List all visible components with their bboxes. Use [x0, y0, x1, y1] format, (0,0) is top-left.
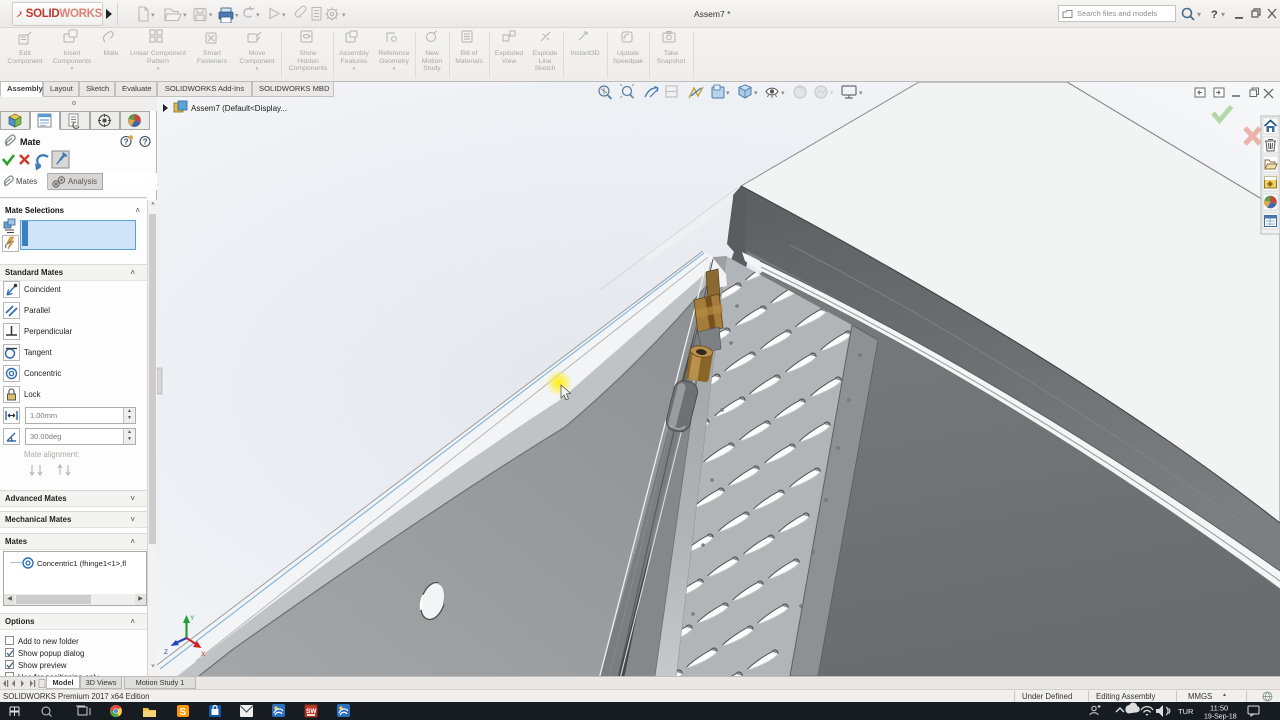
svg-text:▾: ▾: [282, 12, 286, 19]
svg-text:S: S: [180, 707, 187, 718]
svg-text:19-Sep-18: 19-Sep-18: [1204, 714, 1237, 720]
svg-text:▾: ▾: [781, 90, 785, 97]
svg-text:?: ?: [143, 138, 148, 147]
svg-text:▾: ▾: [859, 90, 863, 97]
svg-text:▾: ▾: [1197, 10, 1201, 19]
svg-text:?: ?: [1211, 9, 1218, 21]
svg-text:?: ?: [124, 138, 129, 147]
svg-text:▾: ▾: [183, 12, 187, 19]
svg-text:Z: Z: [164, 649, 168, 656]
svg-text:X: X: [201, 651, 206, 658]
svg-text:Assem7 (Default<Display...: Assem7 (Default<Display...: [191, 104, 287, 113]
svg-text:▾: ▾: [209, 12, 213, 19]
svg-text:SW: SW: [306, 708, 317, 715]
svg-text:▾: ▾: [256, 12, 260, 19]
svg-text:▾: ▾: [754, 90, 758, 97]
svg-text:Y: Y: [190, 615, 195, 622]
svg-text:▾: ▾: [1221, 10, 1225, 19]
svg-text:▾: ▾: [342, 12, 346, 19]
svg-text:▾: ▾: [235, 13, 239, 20]
svg-text:▾: ▾: [830, 90, 834, 97]
svg-text:▾: ▾: [726, 90, 730, 97]
svg-text:TUR: TUR: [1178, 707, 1194, 716]
svg-text:▾: ▾: [151, 12, 155, 19]
svg-text:11:50: 11:50: [1210, 704, 1228, 713]
